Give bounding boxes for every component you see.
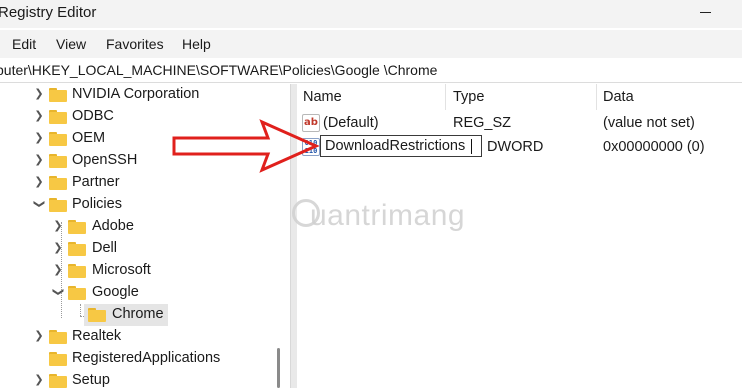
tree-item-dell[interactable]: ❯ Dell — [0, 238, 288, 260]
chevron-right-icon[interactable]: ❯ — [32, 87, 46, 101]
tree-item-label: Google — [92, 284, 139, 300]
value-type: DWORD — [487, 139, 544, 155]
menu-help[interactable]: Help — [182, 36, 211, 52]
tree-item-adobe[interactable]: ❯ Adobe — [0, 216, 288, 238]
value-name[interactable]: (Default) — [323, 115, 379, 131]
tree-item-label: Realtek — [72, 328, 122, 344]
chevron-right-icon[interactable]: ❯ — [32, 175, 46, 189]
chevron-right-icon[interactable]: ❯ — [32, 329, 46, 343]
tree-item-label: NVIDIA Corporation — [72, 86, 200, 102]
watermark-text: uantrimang — [310, 199, 466, 232]
tree-item-label: Policies — [72, 196, 122, 212]
chevron-right-icon[interactable]: ❯ — [32, 373, 46, 387]
folder-open-icon — [68, 286, 86, 300]
address-bar[interactable]: puter\HKEY_LOCAL_MACHINE\SOFTWARE\Polici… — [0, 58, 742, 83]
tree-item-label: Setup — [72, 372, 110, 388]
tree-scrollbar-thumb[interactable] — [277, 348, 280, 388]
chevron-right-icon[interactable]: ❯ — [51, 219, 65, 233]
tree-item-label: Dell — [92, 240, 117, 256]
tree-item-label: RegisteredApplications — [72, 350, 221, 366]
tree-item-microsoft[interactable]: ❯ Microsoft — [0, 260, 288, 282]
folder-icon — [49, 110, 67, 124]
minimize-icon — [700, 12, 711, 13]
value-data: (value not set) — [603, 115, 695, 131]
column-header-data[interactable]: Data — [597, 84, 742, 110]
rename-value-input[interactable]: DownloadRestrictions — [320, 135, 482, 157]
column-header-type[interactable]: Type — [447, 84, 597, 110]
folder-icon — [88, 308, 106, 322]
values-pane[interactable]: Name Type Data ab (Default) REG_SZ (valu… — [297, 84, 742, 388]
menu-edit[interactable]: Edit — [12, 36, 36, 52]
tree-item-setup[interactable]: ❯ Setup — [0, 370, 288, 388]
folder-icon — [68, 242, 86, 256]
folder-icon — [49, 330, 67, 344]
chevron-right-icon[interactable]: ❯ — [51, 241, 65, 255]
menu-bar: Edit View Favorites Help — [0, 30, 742, 58]
menu-view[interactable]: View — [56, 36, 86, 52]
folder-icon — [49, 176, 67, 190]
tree-item-label: OEM — [72, 130, 106, 146]
folder-icon — [49, 132, 67, 146]
folder-open-icon — [49, 198, 67, 212]
tree-item-partner[interactable]: ❯ Partner — [0, 172, 288, 194]
menu-favorites[interactable]: Favorites — [106, 36, 164, 52]
tree-item-google[interactable]: ❯ Google — [0, 282, 288, 304]
chevron-right-icon[interactable]: ❯ — [51, 263, 65, 277]
tree-item-registered-applications[interactable]: RegisteredApplications — [0, 348, 288, 370]
tree-item-nvidia[interactable]: ❯ NVIDIA Corporation — [0, 84, 288, 106]
tree-item-policies[interactable]: ❯ Policies — [0, 194, 288, 216]
column-header-name[interactable]: Name — [297, 84, 447, 110]
annotation-arrow-icon — [172, 119, 320, 173]
title-bar: Registry Editor — [0, 0, 742, 28]
tree-item-label: Adobe — [92, 218, 134, 234]
minimize-button[interactable] — [680, 0, 742, 28]
tree-item-label: Chrome — [112, 306, 164, 322]
chevron-right-icon[interactable]: ❯ — [32, 153, 46, 167]
tree-item-label: Partner — [72, 174, 120, 190]
chevron-right-icon[interactable]: ❯ — [32, 131, 46, 145]
folder-icon — [68, 220, 86, 234]
tree-item-label: ODBC — [72, 108, 114, 124]
tree-item-label: Microsoft — [92, 262, 151, 278]
folder-icon — [49, 352, 67, 366]
chevron-down-icon[interactable]: ❯ — [51, 285, 65, 299]
text-caret — [471, 139, 472, 154]
value-type: REG_SZ — [453, 115, 512, 131]
chevron-down-icon[interactable]: ❯ — [32, 197, 46, 211]
folder-icon — [49, 88, 67, 102]
rename-value-text[interactable]: DownloadRestrictions — [325, 138, 465, 154]
column-divider[interactable] — [445, 84, 446, 110]
folder-icon — [68, 264, 86, 278]
folder-icon — [49, 374, 67, 388]
chevron-right-icon[interactable]: ❯ — [32, 109, 46, 123]
tree-item-realtek[interactable]: ❯ Realtek — [0, 326, 288, 348]
value-data: 0x00000000 (0) — [603, 139, 705, 155]
address-path[interactable]: puter\HKEY_LOCAL_MACHINE\SOFTWARE\Polici… — [0, 62, 437, 78]
tree-item-chrome[interactable]: Chrome — [0, 304, 288, 326]
tree-item-label: OpenSSH — [72, 152, 138, 168]
window-title: Registry Editor — [0, 4, 97, 21]
folder-icon — [49, 154, 67, 168]
